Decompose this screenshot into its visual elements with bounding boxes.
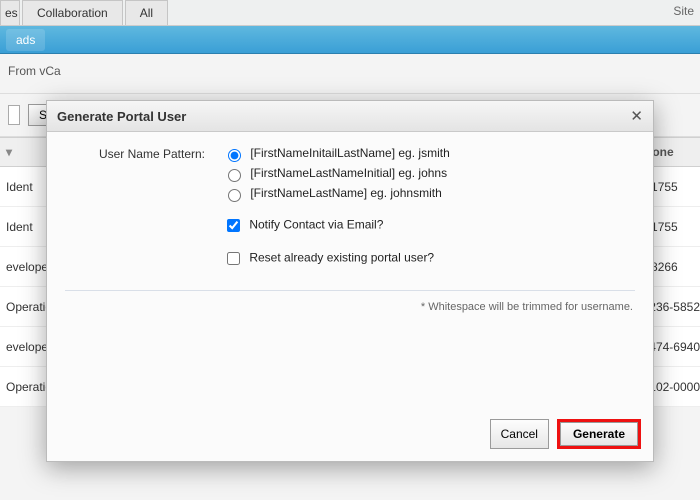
whitespace-note: * Whitespace will be trimmed for usernam…: [65, 291, 635, 403]
subheader-pill[interactable]: ads: [6, 29, 45, 51]
cancel-button[interactable]: Cancel: [490, 419, 549, 449]
tab-collaboration[interactable]: Collaboration: [22, 0, 123, 25]
pattern-radio-2[interactable]: [228, 169, 241, 182]
subheader-bar: ads: [0, 26, 700, 54]
tab-all[interactable]: All: [125, 0, 168, 25]
dialog-body: User Name Pattern: [FirstNameInitailLast…: [47, 132, 653, 411]
username-pattern-row: User Name Pattern: [FirstNameInitailLast…: [65, 146, 635, 291]
generate-portal-user-dialog: Generate Portal User ✕ User Name Pattern…: [46, 100, 654, 462]
username-pattern-label: User Name Pattern:: [65, 146, 205, 161]
tab-bar: es Collaboration All: [0, 0, 700, 26]
pattern-option-3[interactable]: [FirstNameLastName] eg. johnsmith: [223, 186, 450, 202]
reset-user-checkbox[interactable]: [227, 252, 240, 265]
toolbar: From vCa: [0, 54, 700, 94]
reset-user-option[interactable]: Reset already existing portal user?: [223, 249, 450, 268]
close-icon[interactable]: ✕: [630, 107, 643, 125]
notify-email-option[interactable]: Notify Contact via Email?: [223, 216, 450, 235]
pattern-option-1-label: [FirstNameInitailLastName] eg. jsmith: [250, 146, 449, 160]
pattern-option-1[interactable]: [FirstNameInitailLastName] eg. jsmith: [223, 146, 450, 162]
dialog-title: Generate Portal User: [57, 109, 186, 124]
username-pattern-options: [FirstNameInitailLastName] eg. jsmith [F…: [223, 146, 450, 272]
notify-email-label: Notify Contact via Email?: [249, 218, 383, 232]
pattern-option-2-label: [FirstNameLastNameInitial] eg. johns: [250, 166, 447, 180]
site-label: Site: [673, 4, 694, 18]
pattern-option-3-label: [FirstNameLastName] eg. johnsmith: [250, 186, 441, 200]
search-input[interactable]: [8, 105, 20, 125]
toolbar-fragment: From vCa: [8, 64, 61, 78]
reset-user-label: Reset already existing portal user?: [249, 251, 434, 265]
pattern-option-2[interactable]: [FirstNameLastNameInitial] eg. johns: [223, 166, 450, 182]
notify-email-checkbox[interactable]: [227, 219, 240, 232]
pattern-radio-3[interactable]: [228, 189, 241, 202]
dialog-titlebar: Generate Portal User ✕: [47, 101, 653, 132]
generate-button[interactable]: Generate: [560, 422, 638, 446]
dialog-footer: Cancel Generate: [47, 411, 653, 461]
tab-fragment[interactable]: es: [0, 0, 20, 25]
sort-icon: ▾: [6, 145, 12, 159]
generate-highlight: Generate: [557, 419, 641, 449]
pattern-radio-1[interactable]: [228, 149, 241, 162]
